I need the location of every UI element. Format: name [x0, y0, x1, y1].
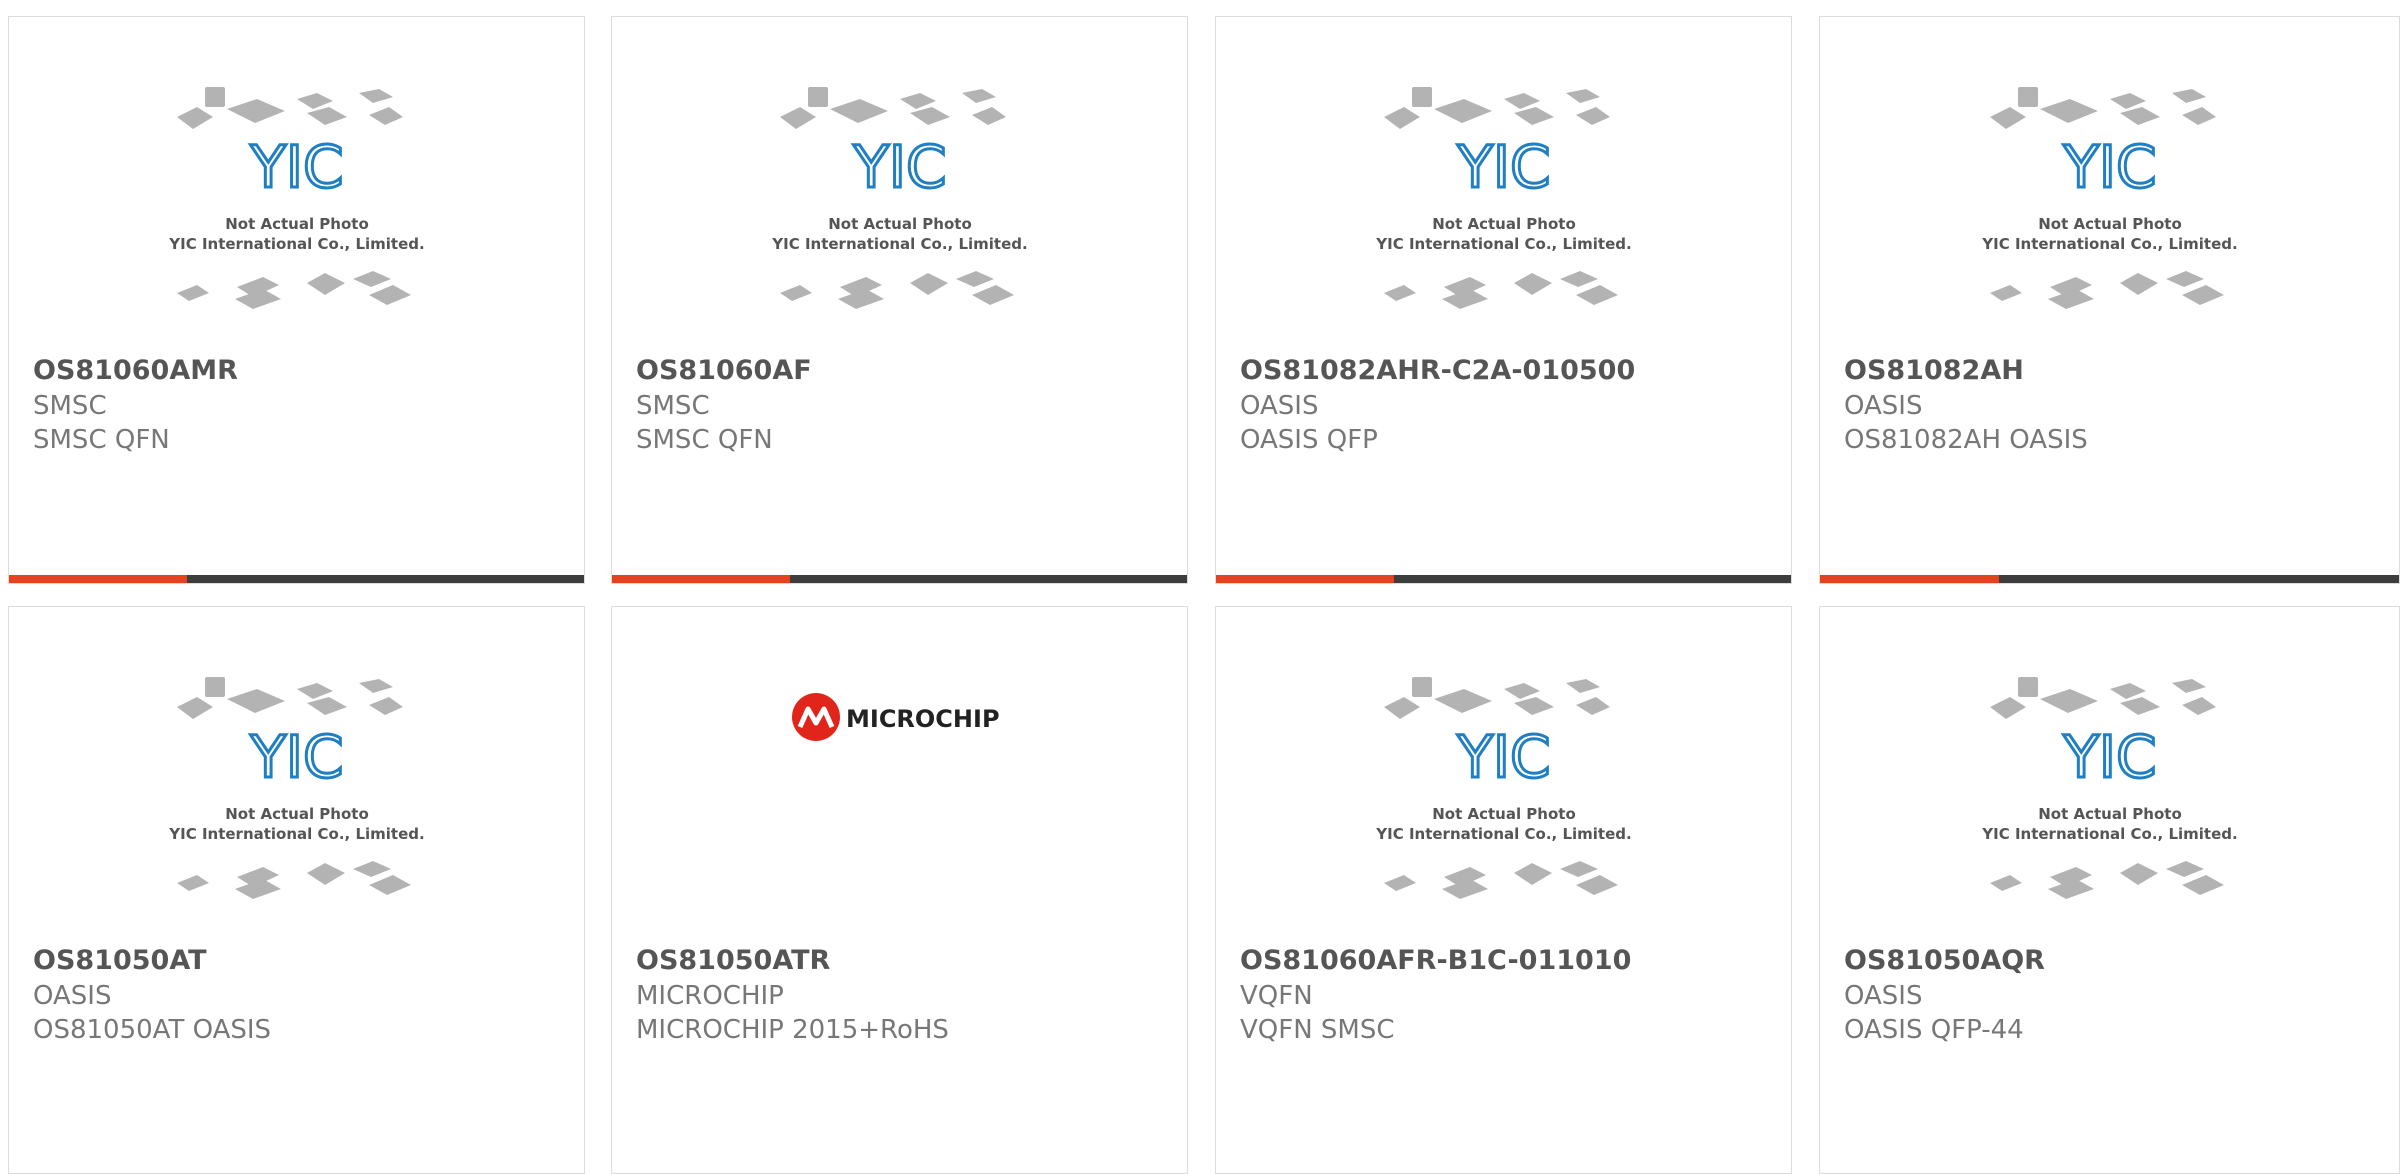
product-card[interactable]: YIC Not Actual Photo YIC International C…: [8, 606, 585, 1174]
description: SMSC QFN: [33, 425, 170, 455]
card-progress-bar: [1216, 575, 1791, 583]
photo-disclaimer-line1: Not Actual Photo: [1432, 215, 1576, 233]
description: OASIS QFP: [1240, 425, 1378, 455]
manufacturer: MICROCHIP: [636, 981, 784, 1011]
microchip-logo: MICROCHIP: [612, 687, 1187, 751]
description: OASIS QFP-44: [1844, 1015, 2024, 1045]
description: MICROCHIP 2015+RoHS: [636, 1015, 949, 1045]
microchip-logo-icon: [791, 693, 840, 741]
photo-disclaimer-line1: Not Actual Photo: [828, 215, 972, 233]
product-photo-placeholder: YIC Not Actual Photo YIC International C…: [1216, 677, 1791, 917]
description: OS81082AH OASIS: [1844, 425, 2088, 455]
photo-disclaimer-line1: Not Actual Photo: [1432, 805, 1576, 823]
photo-disclaimer-line2: YIC International Co., Limited.: [168, 235, 424, 253]
description: VQFN SMSC: [1240, 1015, 1395, 1045]
card-progress-bar: [612, 575, 1187, 583]
photo-disclaimer-line2: YIC International Co., Limited.: [1981, 235, 2237, 253]
product-photo-placeholder: YIC Not Actual Photo YIC International C…: [9, 87, 584, 327]
photo-disclaimer-line1: Not Actual Photo: [225, 215, 369, 233]
yic-logo-icon: YIC: [2062, 133, 2156, 201]
description: SMSC QFN: [636, 425, 773, 455]
part-number[interactable]: OS81060AMR: [33, 355, 238, 386]
product-card[interactable]: YIC Not Actual Photo YIC International C…: [611, 16, 1188, 584]
yic-logo-icon: YIC: [249, 723, 343, 791]
product-card[interactable]: YIC Not Actual Photo YIC International C…: [1215, 16, 1792, 584]
manufacturer: OASIS: [33, 981, 112, 1011]
part-number[interactable]: OS81060AF: [636, 355, 812, 386]
photo-disclaimer-line1: Not Actual Photo: [225, 805, 369, 823]
microchip-logo-text: MICROCHIP: [846, 705, 1000, 733]
photo-disclaimer-line2: YIC International Co., Limited.: [1375, 235, 1631, 253]
product-card[interactable]: YIC Not Actual Photo YIC International C…: [8, 16, 585, 584]
part-number[interactable]: OS81060AFR-B1C-011010: [1240, 945, 1631, 976]
part-number[interactable]: OS81082AH: [1844, 355, 2024, 386]
part-number[interactable]: OS81050AQR: [1844, 945, 2045, 976]
card-progress-fill: [9, 575, 188, 583]
yic-logo-icon: YIC: [852, 133, 946, 201]
card-progress-bar: [1820, 575, 2399, 583]
product-photo-placeholder: YIC Not Actual Photo YIC International C…: [1216, 87, 1791, 327]
product-photo-placeholder: YIC Not Actual Photo YIC International C…: [9, 677, 584, 917]
photo-disclaimer-line2: YIC International Co., Limited.: [168, 825, 424, 843]
photo-disclaimer-line2: YIC International Co., Limited.: [1375, 825, 1631, 843]
manufacturer: SMSC: [33, 391, 107, 421]
part-number[interactable]: OS81082AHR-C2A-010500: [1240, 355, 1635, 386]
part-number[interactable]: OS81050ATR: [636, 945, 830, 976]
description: OS81050AT OASIS: [33, 1015, 272, 1045]
yic-logo-icon: YIC: [1456, 133, 1550, 201]
product-card[interactable]: YIC Not Actual Photo YIC International C…: [1819, 16, 2400, 584]
manufacturer: OASIS: [1844, 981, 1923, 1011]
product-card[interactable]: MICROCHIP OS81050ATR MICROCHIP MICROCHIP…: [611, 606, 1188, 1174]
card-progress-fill: [1216, 575, 1395, 583]
product-photo-placeholder: YIC Not Actual Photo YIC International C…: [612, 87, 1187, 327]
photo-disclaimer-line1: Not Actual Photo: [2038, 805, 2182, 823]
photo-disclaimer-line2: YIC International Co., Limited.: [771, 235, 1027, 253]
manufacturer: VQFN: [1240, 981, 1313, 1011]
part-number[interactable]: OS81050AT: [33, 945, 207, 976]
card-progress-fill: [1820, 575, 2000, 583]
card-progress-fill: [612, 575, 791, 583]
manufacturer: OASIS: [1844, 391, 1923, 421]
product-photo-placeholder: YIC Not Actual Photo YIC International C…: [1820, 87, 2399, 327]
yic-logo-icon: YIC: [1456, 723, 1550, 791]
yic-logo-icon: YIC: [2062, 723, 2156, 791]
product-card[interactable]: YIC Not Actual Photo YIC International C…: [1819, 606, 2400, 1174]
yic-logo-icon: YIC: [249, 133, 343, 201]
card-progress-bar: [9, 575, 584, 583]
product-card[interactable]: YIC Not Actual Photo YIC International C…: [1215, 606, 1792, 1174]
photo-disclaimer-line1: Not Actual Photo: [2038, 215, 2182, 233]
product-photo-placeholder: YIC Not Actual Photo YIC International C…: [1820, 677, 2399, 917]
manufacturer: SMSC: [636, 391, 710, 421]
photo-disclaimer-line2: YIC International Co., Limited.: [1981, 825, 2237, 843]
manufacturer: OASIS: [1240, 391, 1319, 421]
